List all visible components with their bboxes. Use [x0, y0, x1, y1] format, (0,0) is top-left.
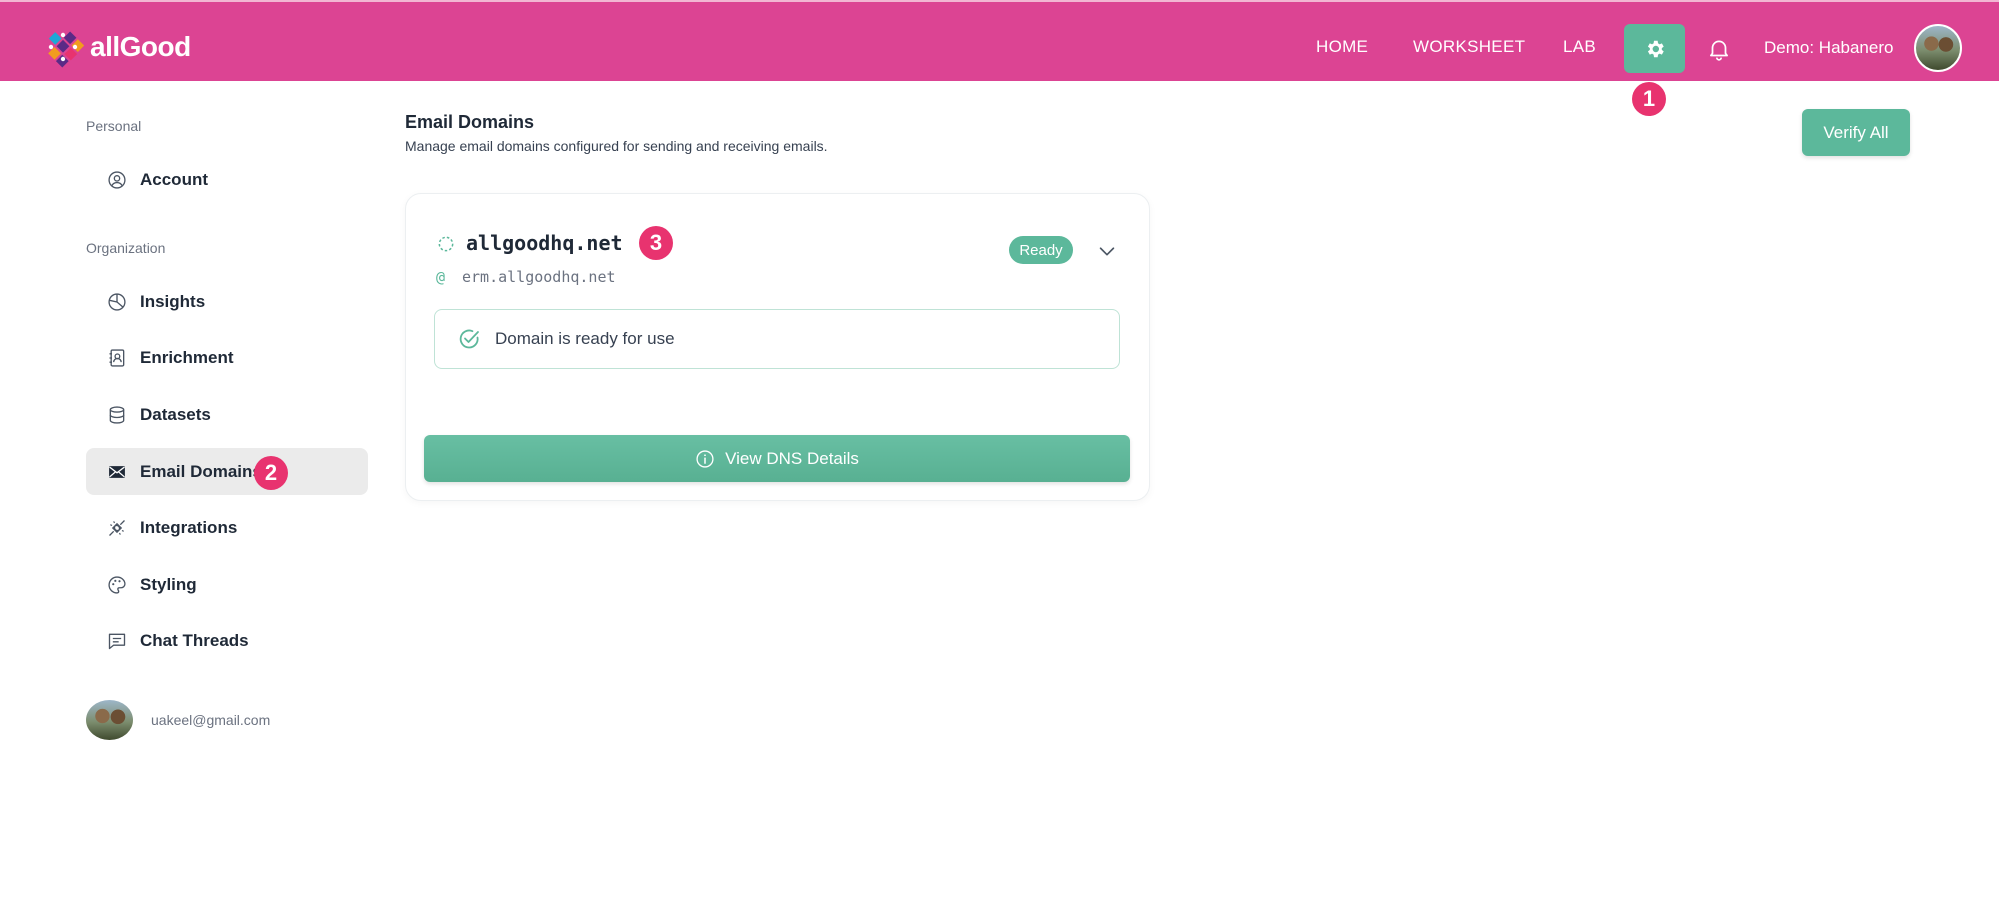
sidebar-item-account[interactable]: Account: [86, 156, 368, 203]
dns-button-label: View DNS Details: [725, 448, 859, 468]
annotation-marker-2: 2: [254, 456, 288, 490]
avatar: [86, 700, 133, 740]
current-user-name[interactable]: Demo: Habanero: [1764, 38, 1893, 58]
logo-mark-icon: [48, 31, 84, 68]
domain-status-message: Domain is ready for use: [434, 309, 1120, 369]
sidebar-item-chat-threads[interactable]: Chat Threads: [86, 617, 368, 664]
sidebar-item-label: Datasets: [140, 404, 211, 424]
sidebar-item-label: Enrichment: [140, 347, 234, 367]
chat-icon: [106, 630, 128, 652]
bell-icon[interactable]: [1706, 36, 1732, 62]
sidebar-item-label: Integrations: [140, 517, 238, 537]
user-email: uakeel@gmail.com: [151, 712, 271, 728]
sidebar-item-label: Account: [140, 169, 208, 189]
sidebar-item-integrations[interactable]: Integrations: [86, 504, 368, 551]
check-circle-icon: [459, 329, 479, 349]
chevron-down-icon[interactable]: [1096, 240, 1118, 262]
sidebar-item-label: Insights: [140, 291, 206, 311]
nav-lab-link[interactable]: LAB: [1563, 37, 1596, 57]
status-badge: Ready: [1009, 236, 1073, 264]
view-dns-details-button[interactable]: View DNS Details: [424, 435, 1130, 482]
domain-name: allgoodhq.net: [466, 231, 623, 255]
status-message-text: Domain is ready for use: [495, 329, 675, 348]
sidebar-item-label: Chat Threads: [140, 630, 249, 650]
gear-icon: [1647, 40, 1664, 57]
sidebar-item-label: Email Domains: [140, 461, 262, 481]
plug-icon: [106, 517, 128, 539]
palette-icon: [106, 574, 128, 596]
sidebar-item-label: Styling: [140, 574, 197, 594]
verify-all-button[interactable]: Verify All: [1802, 109, 1910, 156]
sidebar-footer-user[interactable]: uakeel@gmail.com: [86, 700, 270, 740]
database-icon: [106, 404, 128, 426]
sidebar-item-email-domains[interactable]: Email Domains: [86, 448, 368, 495]
annotation-marker-3: 3: [639, 226, 673, 260]
sidebar-section-organization: Organization: [86, 240, 166, 256]
page-subtitle: Manage email domains configured for send…: [405, 138, 828, 154]
contact-book-icon: [106, 347, 128, 369]
sidebar-item-styling[interactable]: Styling: [86, 561, 368, 608]
brand-logo[interactable]: allGood: [42, 26, 191, 68]
top-navigation-bar: allGood HOME WORKSHEET LAB Demo: Habaner…: [0, 0, 1999, 81]
nav-home-link[interactable]: HOME: [1316, 37, 1368, 57]
sidebar-section-personal: Personal: [86, 118, 142, 134]
pie-chart-icon: [106, 291, 128, 313]
envelope-icon: [106, 461, 128, 483]
nav-worksheet-link[interactable]: WORKSHEET: [1413, 37, 1525, 57]
at-sign-icon: @: [436, 268, 446, 286]
info-icon: [696, 449, 714, 468]
brand-name: allGood: [90, 31, 191, 62]
subdomain-text: erm.allgoodhq.net: [462, 268, 616, 286]
sidebar-item-enrichment[interactable]: Enrichment: [86, 334, 368, 381]
avatar[interactable]: [1914, 24, 1962, 72]
status-spinner-icon: [438, 236, 454, 252]
page-title: Email Domains: [405, 112, 535, 132]
sidebar-item-datasets[interactable]: Datasets: [86, 391, 368, 438]
sidebar-item-insights[interactable]: Insights: [86, 278, 368, 325]
settings-button[interactable]: [1624, 24, 1685, 73]
annotation-marker-1: 1: [1632, 82, 1666, 116]
user-circle-icon: [106, 169, 128, 191]
